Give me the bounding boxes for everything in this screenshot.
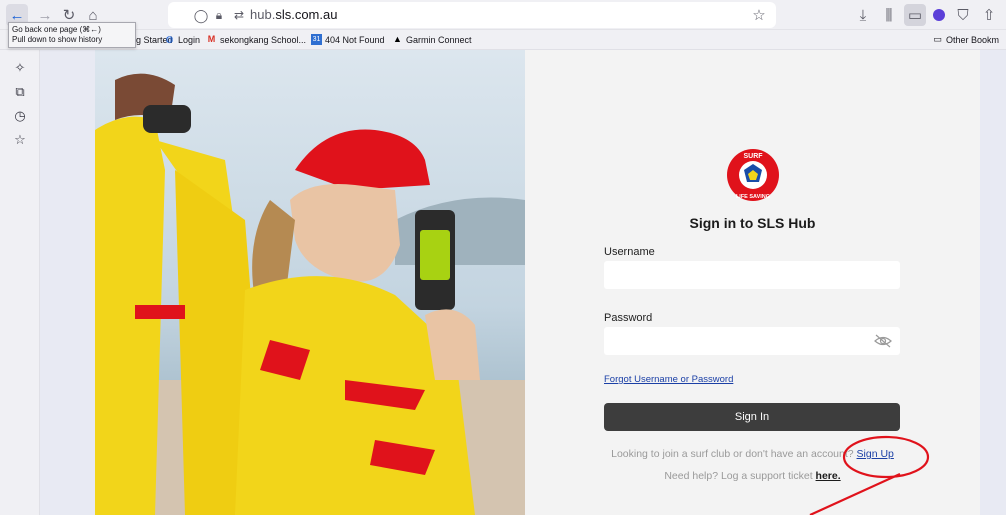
join-text: Looking to join a surf club or don't hav… bbox=[611, 448, 854, 460]
url-subdomain: hub. bbox=[250, 7, 276, 22]
username-input[interactable] bbox=[604, 261, 900, 289]
page-content: SURF LIFE SAVING Sign in to SLS Hub User… bbox=[40, 50, 1006, 515]
downloads-icon[interactable]: ⤓ bbox=[852, 4, 874, 26]
bookmark-star-icon[interactable]: ☆ bbox=[748, 4, 770, 26]
help-text: Need help? Log a support ticket bbox=[664, 470, 813, 482]
synced-tabs-icon[interactable]: ⧉ bbox=[10, 82, 30, 102]
gmail-icon: M bbox=[207, 34, 216, 44]
bookmark-garmin[interactable]: ▲ Garmin Connect bbox=[392, 34, 472, 45]
bookmark-label: sekongkang School... bbox=[220, 34, 307, 45]
logo-bottom-text: LIFE SAVING bbox=[736, 194, 770, 200]
history-icon[interactable]: ◷ bbox=[10, 106, 30, 126]
garmin-icon: ▲ bbox=[393, 34, 402, 44]
hero-photo bbox=[95, 50, 525, 515]
folder-icon: ▭ bbox=[933, 34, 942, 44]
back-button-tooltip: Go back one page (⌘←) Pull down to show … bbox=[8, 22, 136, 48]
password-label: Password bbox=[604, 312, 653, 324]
browser-sidebar: ✧ ⧉ ◷ ☆ bbox=[0, 50, 40, 515]
tooltip-line-1: Go back one page (⌘←) bbox=[12, 25, 101, 34]
ai-sparkle-icon[interactable]: ✧ bbox=[10, 58, 30, 78]
password-input[interactable] bbox=[604, 327, 900, 355]
page-title: Sign in to SLS Hub bbox=[689, 215, 816, 231]
bookmark-label: Garmin Connect bbox=[406, 34, 472, 45]
bookmarks-bar: ng Started ◍ Login M sekongkang School..… bbox=[0, 30, 1006, 50]
forgot-credentials-link[interactable]: Forgot Username or Password bbox=[604, 374, 733, 385]
url-text[interactable]: hub.sls.com.au bbox=[250, 7, 337, 22]
share-icon[interactable]: ⇧ bbox=[978, 4, 1000, 26]
login-panel: SURF LIFE SAVING Sign in to SLS Hub User… bbox=[525, 50, 980, 515]
address-bar[interactable]: ◯ 🔒︎ ⇄ hub.sls.com.au ☆ bbox=[168, 2, 776, 28]
bookmark-404[interactable]: 31 404 Not Found bbox=[311, 34, 385, 45]
username-label: Username bbox=[604, 246, 655, 258]
bookmark-login[interactable]: ◍ Login bbox=[164, 34, 200, 45]
url-domain: sls.com.au bbox=[275, 7, 338, 22]
browser-toolbar: ← → ↻ ⌂ ◯ 🔒︎ ⇄ hub.sls.com.au ☆ ⤓ ⫼ ▭ ⛉ … bbox=[0, 0, 1006, 30]
lifesavers-illustration bbox=[95, 50, 525, 515]
bookmark-label: 404 Not Found bbox=[325, 34, 385, 45]
bookmarks-star-icon[interactable]: ☆ bbox=[10, 130, 30, 150]
bookmark-label: Login bbox=[178, 34, 201, 45]
sidebar-toggle-icon[interactable]: ▭ bbox=[904, 4, 926, 26]
surf-life-saving-logo: SURF LIFE SAVING bbox=[727, 149, 779, 201]
globe-icon: ◍ bbox=[165, 34, 174, 44]
tooltip-line-2: Pull down to show history bbox=[12, 35, 103, 44]
permissions-icon[interactable]: ⇄ bbox=[228, 4, 250, 26]
eye-off-icon[interactable] bbox=[874, 333, 892, 349]
extension-icon[interactable]: ⛉ bbox=[952, 4, 974, 26]
logo-top-text: SURF bbox=[743, 153, 763, 160]
lock-icon[interactable]: 🔒︎ bbox=[208, 4, 230, 26]
calendar-icon: 31 bbox=[311, 34, 322, 45]
other-bookmarks[interactable]: ▭ Other Bookm bbox=[932, 34, 999, 45]
sign-in-button[interactable]: Sign In bbox=[604, 403, 900, 431]
bookmark-school[interactable]: M sekongkang School... bbox=[206, 34, 306, 45]
account-icon[interactable] bbox=[928, 4, 950, 26]
other-bookmarks-label: Other Bookm bbox=[946, 34, 1000, 45]
annotation-arrow bbox=[809, 472, 901, 515]
library-icon[interactable]: ⫼ bbox=[878, 4, 900, 26]
